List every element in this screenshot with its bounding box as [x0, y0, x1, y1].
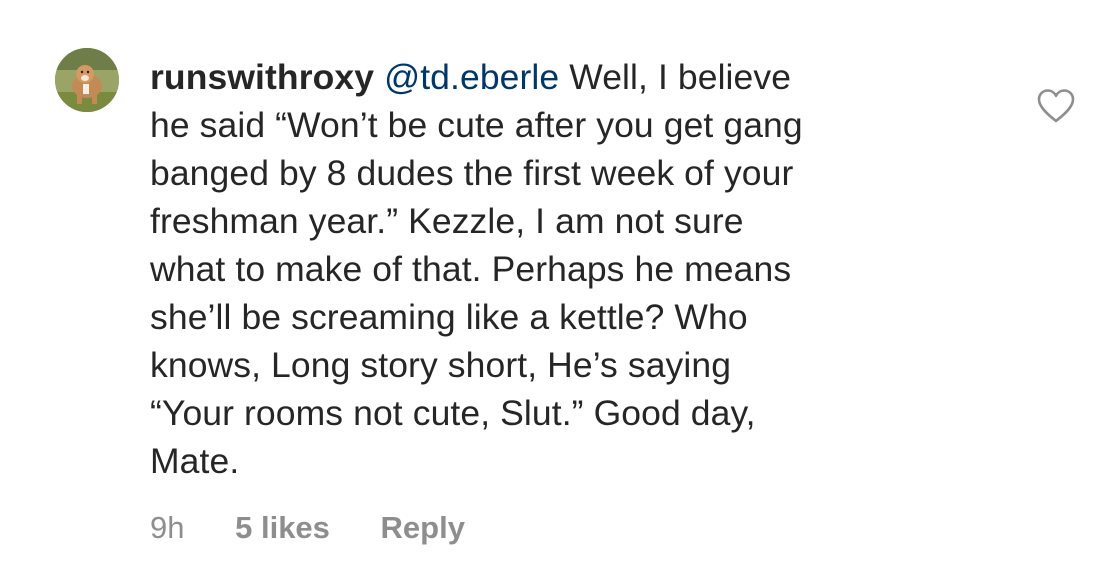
heart-icon[interactable]	[1036, 88, 1076, 124]
comment-meta: 9h 5 likes Reply	[150, 508, 465, 548]
comment-line: she’ll be screaming like a kettle? Who	[150, 297, 748, 337]
comment-line: “Your rooms not cute, Slut.” Good day,	[150, 393, 756, 433]
comment-line: he said “Won’t be cute after you get gan…	[150, 105, 803, 145]
avatar-dog-image	[55, 48, 119, 112]
comment-line: what to make of that. Perhaps he means	[150, 249, 792, 289]
comment-line: knows, Long story short, He’s saying	[150, 345, 732, 385]
mention-link[interactable]: @td.eberle	[384, 57, 559, 97]
comment-timestamp: 9h	[150, 510, 185, 545]
comment-line: freshman year.” Kezzle, I am not sure	[150, 201, 744, 241]
comment-text-start: Well, I believe	[559, 57, 792, 97]
comment-text: runswithroxy @td.eberle Well, I believe …	[150, 53, 980, 485]
comment: runswithroxy @td.eberle Well, I believe …	[0, 0, 1093, 586]
likes-count[interactable]: 5 likes	[235, 510, 330, 545]
comment-line-1: runswithroxy @td.eberle Well, I believe	[150, 53, 980, 101]
username[interactable]: runswithroxy	[150, 57, 374, 97]
reply-button[interactable]: Reply	[381, 510, 465, 545]
comment-line: Mate.	[150, 441, 240, 481]
comment-line: banged by 8 dudes the first week of your	[150, 153, 794, 193]
avatar[interactable]	[55, 48, 119, 112]
